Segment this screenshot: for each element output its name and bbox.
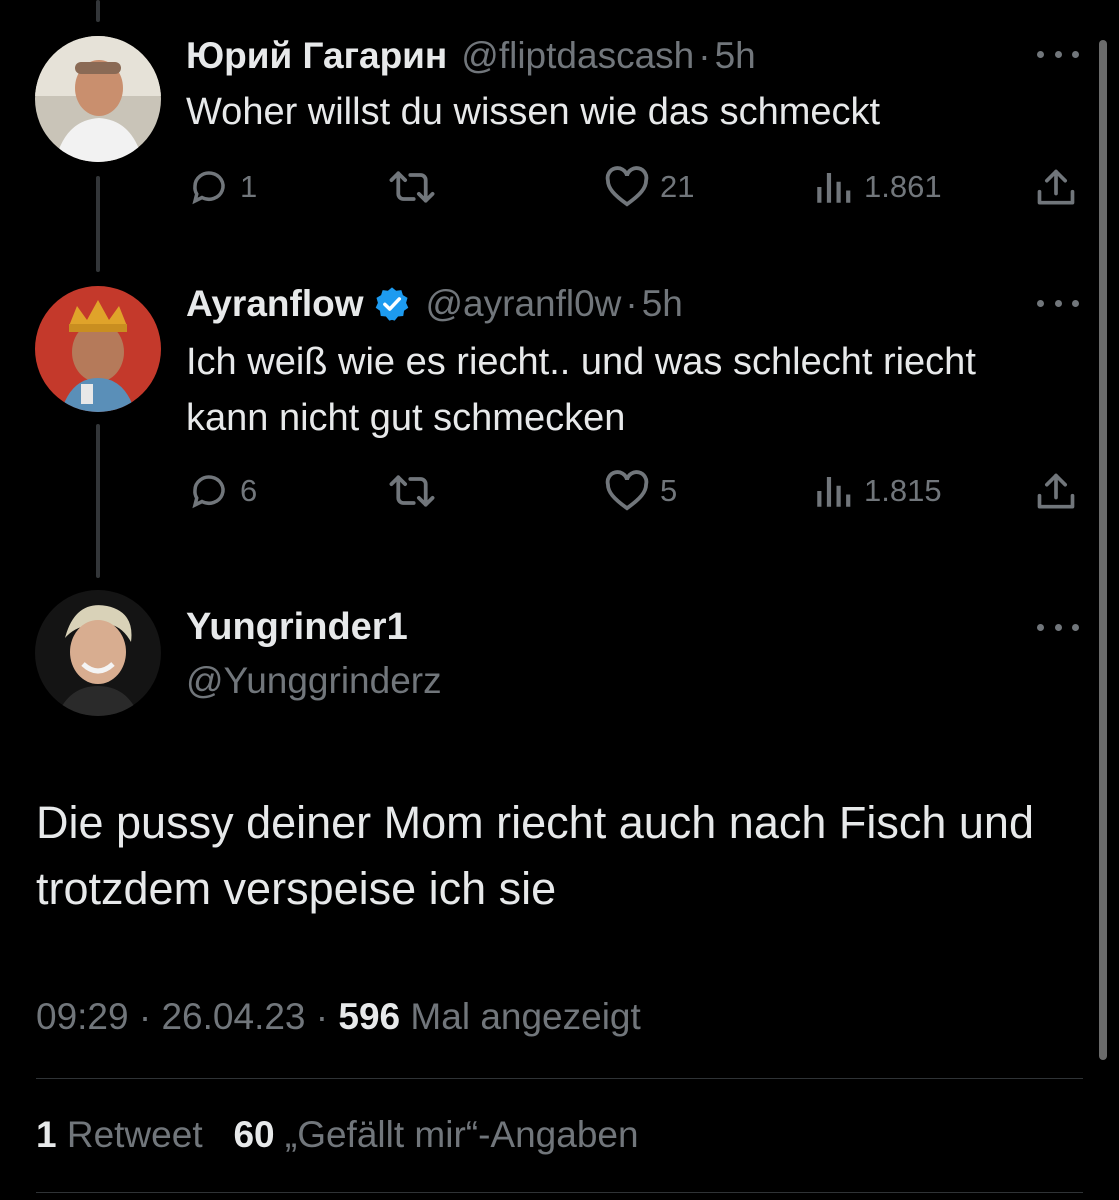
- like-icon: [605, 470, 649, 511]
- main-author-handle[interactable]: @Yunggrinderz: [186, 658, 442, 704]
- separator-dot: ·: [315, 996, 329, 1037]
- tweet-meta: 09:29 · 26.04.23 · 596 Mal angezeigt: [36, 994, 641, 1040]
- author-handle[interactable]: @ayranfl0w: [425, 282, 621, 326]
- separator-dot: ·: [138, 996, 152, 1037]
- avatar-photo-3: [35, 590, 161, 716]
- reply-count: 1: [240, 169, 258, 204]
- more-icon[interactable]: [1037, 48, 1079, 60]
- retweet-icon: [389, 171, 435, 203]
- tweet-time[interactable]: 5h: [715, 34, 756, 78]
- author-handle[interactable]: @fliptdascash: [461, 34, 694, 78]
- main-tweet-text: Die pussy deiner Mom riecht auch nach Fi…: [36, 797, 1034, 914]
- like-count: 60: [233, 1114, 275, 1155]
- engagement-stats: 1 Retweet 60 „Gefällt mir“-Angaben: [36, 1112, 639, 1158]
- tweet-text: Ich weiß wie es riecht.. und was schlech…: [186, 341, 976, 439]
- retweet-count: 1: [36, 1114, 57, 1155]
- reply-count: 6: [240, 473, 258, 508]
- avatar[interactable]: [35, 286, 161, 412]
- more-icon[interactable]: [1037, 297, 1079, 309]
- retweet-stat[interactable]: 1 Retweet: [36, 1114, 203, 1155]
- avatar[interactable]: [35, 36, 161, 162]
- views-count: 1.815: [864, 473, 942, 508]
- retweet-label: Retweet: [66, 1114, 203, 1155]
- divider: [36, 1078, 1083, 1079]
- tweet-time[interactable]: 5h: [642, 282, 683, 326]
- tweet-timestamp[interactable]: 09:29: [36, 996, 129, 1037]
- divider: [36, 1192, 1083, 1193]
- separator-dot: ·: [625, 283, 638, 324]
- thread-connector-2: [96, 424, 100, 578]
- reply-button[interactable]: 6: [188, 470, 257, 512]
- tweet-date[interactable]: 26.04.23: [161, 996, 305, 1037]
- author-name[interactable]: Юрий Гагарин: [186, 34, 447, 78]
- reply-button[interactable]: 1: [188, 166, 257, 208]
- more-icon[interactable]: [1037, 621, 1079, 633]
- share-button[interactable]: [1034, 470, 1078, 514]
- like-button[interactable]: 21: [604, 166, 694, 208]
- avatar-photo-2: [35, 286, 161, 412]
- views-count: 1.861: [864, 169, 942, 204]
- views-icon: [817, 173, 851, 203]
- thread-connector-top: [96, 0, 100, 22]
- like-button[interactable]: 5: [604, 470, 677, 512]
- like-count: 5: [660, 473, 678, 508]
- tweet-header: Юрий Гагарин @fliptdascash · 5h: [186, 34, 756, 78]
- views-button[interactable]: 1.815: [812, 470, 942, 512]
- tweet-text: Woher willst du wissen wie das schmeckt: [186, 91, 881, 133]
- views-icon: [817, 477, 851, 507]
- avatar[interactable]: [35, 590, 161, 716]
- avatar-photo-1: [35, 36, 161, 162]
- share-icon: [1037, 473, 1075, 509]
- thread-connector-1: [96, 176, 100, 272]
- views-button[interactable]: 1.861: [812, 166, 942, 208]
- tweet-header: Ayranflow @ayranfl0w · 5h: [186, 282, 683, 326]
- retweet-icon: [389, 475, 435, 507]
- reply-icon: [192, 475, 225, 509]
- views-count: 596: [338, 996, 401, 1037]
- main-author-name[interactable]: Yungrinder1: [186, 604, 408, 650]
- author-name[interactable]: Ayranflow: [186, 282, 363, 326]
- like-stat[interactable]: 60 „Gefällt mir“-Angaben: [233, 1114, 638, 1155]
- verified-badge-icon: [376, 287, 409, 321]
- separator-dot: ·: [698, 35, 711, 76]
- retweet-button[interactable]: [388, 470, 436, 512]
- like-label: „Gefällt mir“-Angaben: [284, 1114, 639, 1155]
- like-count: 21: [660, 169, 695, 204]
- share-icon: [1037, 169, 1075, 205]
- retweet-button[interactable]: [388, 166, 436, 208]
- like-icon: [605, 166, 649, 207]
- views-label: Mal angezeigt: [410, 996, 641, 1037]
- share-button[interactable]: [1034, 166, 1078, 210]
- scrollbar[interactable]: [1099, 40, 1107, 1060]
- reply-icon: [192, 171, 225, 205]
